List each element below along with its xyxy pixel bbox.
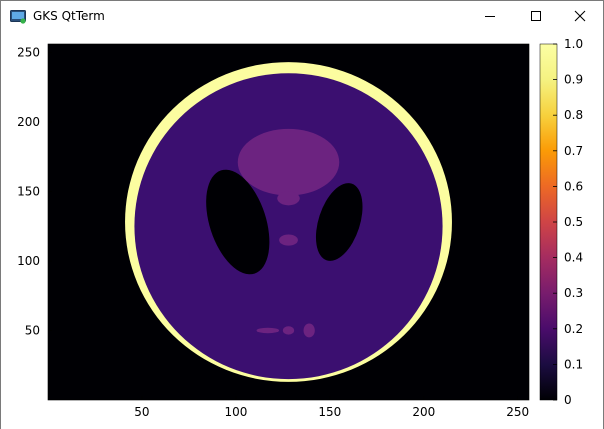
- y-tick-label: 200: [17, 115, 40, 129]
- close-button[interactable]: [557, 1, 603, 31]
- x-tick-label: 150: [318, 405, 341, 419]
- ellipse-center-dot-lower: [279, 234, 298, 246]
- colorbar-tick-label: 0.8: [564, 108, 583, 122]
- colorbar-tick-label: 0: [564, 393, 572, 407]
- colorbar: 0 0.1 0.2 0.3 0.4 0.5 0.6 0.7 0.8 0.9 1.0: [539, 37, 583, 407]
- colorbar-tick-label: 0.4: [564, 251, 583, 265]
- phantom-image: [48, 44, 529, 400]
- colorbar-tick-label: 0.9: [564, 73, 583, 87]
- colorbar-tick-label: 0.5: [564, 215, 583, 229]
- y-tick-label: 250: [17, 45, 40, 59]
- ellipse-bottom-dot-center: [282, 326, 295, 335]
- x-tick-label: 50: [134, 405, 149, 419]
- maximize-icon: [531, 11, 541, 21]
- close-icon: [574, 10, 586, 22]
- x-tick-label: 250: [506, 405, 529, 419]
- ellipse-bottom-dot-right: [303, 323, 315, 338]
- heatmap-plot: 50 100 150 200 25050100150200250 00.10.20.30…: [17, 37, 583, 419]
- colorbar-tick-label: 0.1: [564, 357, 583, 371]
- y-tick-label: 150: [17, 184, 40, 198]
- app-window: GKS QtTerm 50 100 150 200 250 50 100 150…: [0, 0, 604, 429]
- ellipse-top-ellipse: [237, 128, 340, 196]
- title-bar[interactable]: GKS QtTerm: [1, 1, 603, 31]
- colorbar-tick-label: 0.3: [564, 286, 583, 300]
- ellipse-center-dot-upper: [277, 191, 300, 206]
- window-title: GKS QtTerm: [33, 9, 105, 23]
- plot-area: 50 100 150 200 250 50 100 150 200 250 0 0.1 0.2 0.3 0…: [1, 31, 603, 429]
- maximize-button[interactable]: [513, 1, 559, 31]
- y-tick-label: 100: [17, 254, 40, 268]
- x-tick-label: 100: [224, 405, 247, 419]
- minimize-button[interactable]: [467, 1, 513, 31]
- y-tick-label: 50: [25, 323, 40, 337]
- minimize-icon: [485, 16, 495, 17]
- colorbar-tick-label: 1.0: [564, 37, 583, 51]
- colorbar-tick-label: 0.7: [564, 144, 583, 158]
- colorbar-tick-label: 0.6: [564, 179, 583, 193]
- app-icon: [10, 9, 26, 24]
- ellipse-bottom-dot-left: [256, 327, 280, 334]
- x-tick-label: 200: [412, 405, 435, 419]
- colorbar-tick-label: 0.2: [564, 322, 583, 336]
